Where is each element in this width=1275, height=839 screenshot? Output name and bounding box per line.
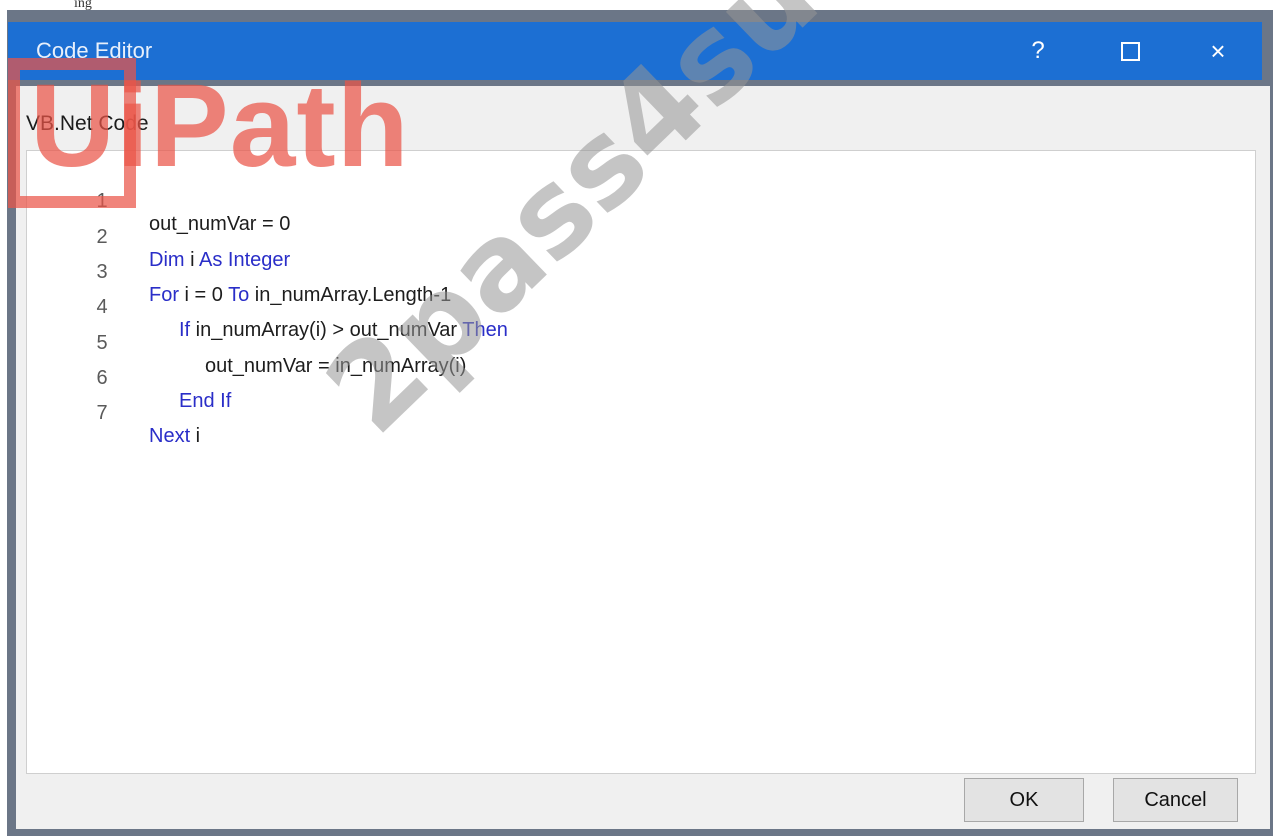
close-icon[interactable]: × [1188, 22, 1248, 80]
close-glyph: × [1210, 35, 1226, 66]
maximize-icon[interactable] [1100, 22, 1160, 80]
code-editor[interactable]: 1 out_numVar = 0 2 Dim i As Integer 3 Fo… [26, 150, 1256, 774]
ok-button[interactable]: OK [964, 778, 1084, 822]
help-icon[interactable]: ? [1008, 22, 1068, 80]
code-line-6[interactable]: 6 End If [27, 344, 1127, 412]
line-number: 7 [96, 402, 108, 424]
maximize-box [1120, 41, 1140, 61]
uipath-logo-watermark: UiPath [0, 58, 440, 218]
code-line-7[interactable]: 7 Next i [27, 379, 1127, 447]
line-code: Next i [149, 425, 201, 447]
code-line-5[interactable]: 5 out_numVar = in_numArray(i) [27, 309, 1127, 377]
help-glyph: ? [1031, 37, 1045, 64]
logo-text: UiPath [30, 60, 410, 192]
cancel-button[interactable]: Cancel [1113, 778, 1238, 822]
